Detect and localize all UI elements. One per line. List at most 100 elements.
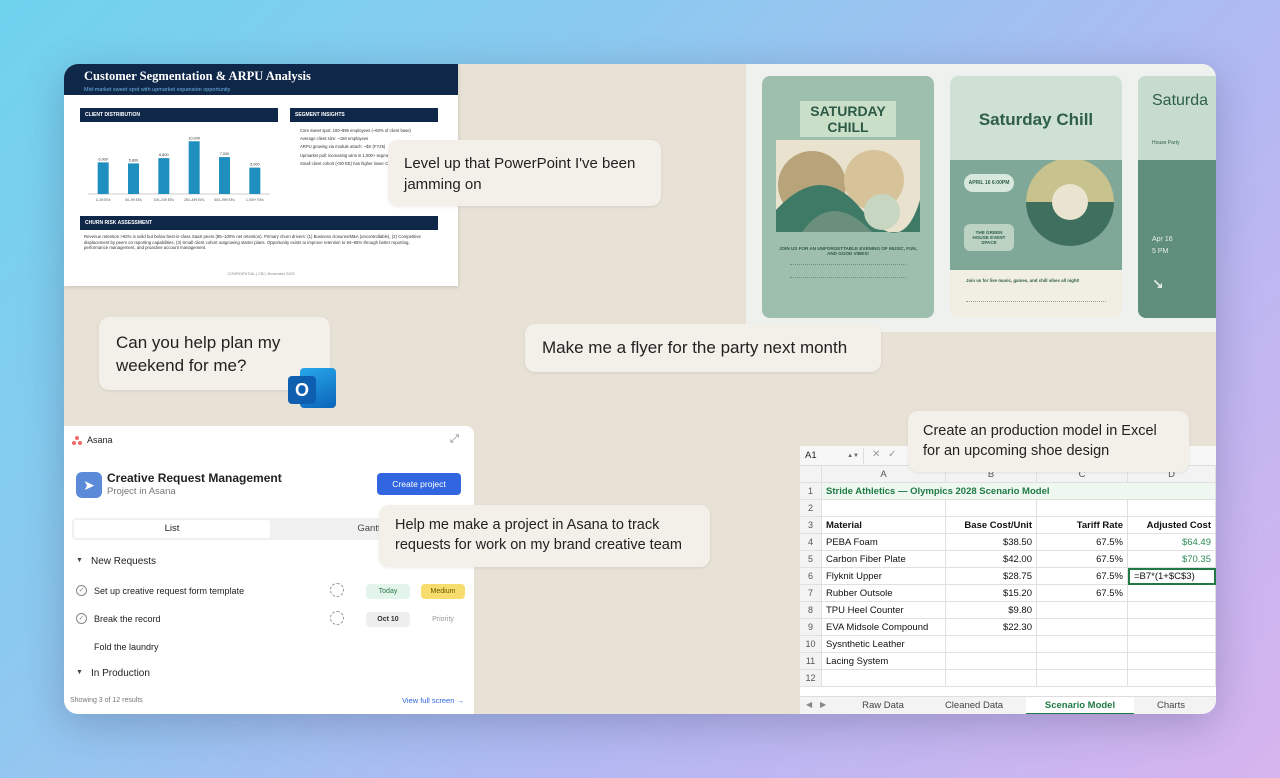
cell[interactable]: $70.35 [1128, 551, 1216, 568]
cell[interactable]: $9.80 [946, 602, 1037, 619]
due-date-badge[interactable]: Oct 10 [366, 612, 410, 627]
row-number[interactable]: 4 [800, 534, 822, 551]
cancel-icon[interactable]: ✕ [872, 449, 880, 460]
check-circle-icon[interactable]: ✓ [76, 585, 87, 596]
cell[interactable]: Sysnthetic Leather [822, 636, 946, 653]
expand-icon[interactable]: ⤢ [450, 433, 459, 446]
corner-cell[interactable] [800, 466, 822, 483]
cell[interactable]: 67.5% [1037, 585, 1128, 602]
check-circle-icon[interactable]: ✓ [76, 613, 87, 624]
cell[interactable]: 67.5% [1037, 534, 1128, 551]
assignee-icon[interactable] [330, 611, 344, 625]
cell[interactable] [1037, 670, 1128, 687]
section-in-production[interactable]: ▼ In Production [72, 662, 468, 689]
chart-data-label: 10,000 [188, 136, 200, 140]
row-number[interactable]: 6 [800, 568, 822, 585]
cell[interactable]: 67.5% [1037, 551, 1128, 568]
client-distribution-chart: 6,000 0–49 EEs 5,800 50–99 EEs 6,800 100–249 … [88, 136, 270, 202]
flyer-option-1[interactable]: SATURDAY CHILL JOIN US FOR AN UNFORGETTA… [762, 76, 934, 318]
project-title: Creative Request Management [107, 471, 282, 485]
flyer-option-2[interactable]: Saturday Chill APRIL 16 6:00PM THE GREEN… [950, 76, 1122, 318]
cell[interactable] [1037, 619, 1128, 636]
sheet-row: 6 Flyknit Upper $28.75 67.5% =B7*(1+$C$3) [800, 568, 1216, 585]
row-number[interactable]: 7 [800, 585, 822, 602]
cell[interactable]: EVA Midsole Compound [822, 619, 946, 636]
tab-list[interactable]: List [74, 520, 270, 538]
cell[interactable] [1037, 500, 1128, 517]
cell[interactable] [1128, 602, 1216, 619]
cell[interactable]: Lacing System [822, 653, 946, 670]
scroll-right-icon[interactable]: ▶ [820, 700, 826, 709]
cell[interactable] [822, 500, 946, 517]
cell[interactable]: PEBA Foam [822, 534, 946, 551]
cell[interactable]: Base Cost/Unit [946, 517, 1037, 534]
flyer-2-title: Saturday Chill [978, 110, 1094, 129]
asana-app-name: Asana [87, 435, 113, 445]
confirm-icon[interactable]: ✓ [888, 449, 896, 460]
task-row[interactable]: ✓ Break the record Oct 10 Priority [72, 606, 468, 633]
cell[interactable]: Rubber Outsole [822, 585, 946, 602]
cell[interactable]: $64.49 [1128, 534, 1216, 551]
row-number[interactable]: 11 [800, 653, 822, 670]
sheet-tab-scenario-model[interactable]: Scenario Model [1026, 697, 1134, 714]
insight-item: Core sweet spot: 100–999 employees (~60%… [300, 128, 411, 133]
cell[interactable]: =B7*(1+$C$3) [1128, 568, 1216, 585]
sheet-tab-cleaned-data[interactable]: Cleaned Data [926, 697, 1022, 714]
cell[interactable] [1128, 636, 1216, 653]
task-row[interactable]: ✓ Set up creative request form template … [72, 578, 468, 605]
flyer-option-3[interactable]: Saturda House Party Apr 16 5 PM ↘ [1138, 76, 1216, 318]
cell[interactable] [1037, 653, 1128, 670]
flyer-1-title: SATURDAY CHILL [800, 101, 896, 137]
cell[interactable]: Tariff Rate [1037, 517, 1128, 534]
create-project-button[interactable]: Create project [377, 473, 461, 495]
cell[interactable] [1128, 500, 1216, 517]
task-row[interactable]: Fold the laundry [72, 634, 468, 661]
row-number[interactable]: 8 [800, 602, 822, 619]
sheet-row: 5 Carbon Fiber Plate $42.00 67.5% $70.35 [800, 551, 1216, 568]
row-number[interactable]: 3 [800, 517, 822, 534]
chart-tick-label: 1,000+ EEs [246, 198, 264, 202]
cell[interactable]: 67.5% [1037, 568, 1128, 585]
cell[interactable]: Adjusted Cost [1128, 517, 1216, 534]
cell[interactable] [1128, 585, 1216, 602]
cell[interactable]: $28.75 [946, 568, 1037, 585]
cell[interactable] [1128, 670, 1216, 687]
cell[interactable] [1037, 636, 1128, 653]
cell[interactable] [946, 500, 1037, 517]
chart-tick-label: 250–499 EEs [184, 198, 205, 202]
flyer-1-lines [790, 264, 906, 278]
view-full-screen-link[interactable]: View full screen → [402, 696, 464, 705]
row-number[interactable]: 12 [800, 670, 822, 687]
name-box[interactable]: A1 ▲▼ [800, 448, 864, 464]
cell[interactable] [1128, 653, 1216, 670]
priority-badge[interactable]: Priority [421, 612, 465, 627]
cell[interactable]: $22.30 [946, 619, 1037, 636]
cell[interactable] [946, 653, 1037, 670]
cell[interactable]: $38.50 [946, 534, 1037, 551]
cell[interactable] [822, 670, 946, 687]
priority-badge[interactable]: Medium [421, 584, 465, 599]
row-number[interactable]: 10 [800, 636, 822, 653]
assignee-icon[interactable] [330, 583, 344, 597]
name-box-value: A1 [805, 450, 817, 461]
cell[interactable]: TPU Heel Counter [822, 602, 946, 619]
row-number[interactable]: 2 [800, 500, 822, 517]
cell[interactable]: Material [822, 517, 946, 534]
cell[interactable] [946, 636, 1037, 653]
due-date-badge[interactable]: Today [366, 584, 410, 599]
cell[interactable]: $15.20 [946, 585, 1037, 602]
flyer-2-tag-venue: THE GREEN HOUSE EVENT SPACE [964, 224, 1014, 251]
cell[interactable]: Carbon Fiber Plate [822, 551, 946, 568]
cell[interactable] [1128, 619, 1216, 636]
sheet-tab-charts[interactable]: Charts [1138, 697, 1204, 714]
row-number[interactable]: 5 [800, 551, 822, 568]
row-number[interactable]: 9 [800, 619, 822, 636]
cell[interactable] [1037, 602, 1128, 619]
row-number[interactable]: 1 [800, 483, 822, 500]
scroll-left-icon[interactable]: ◀ [806, 700, 812, 709]
cell[interactable] [946, 670, 1037, 687]
sheet-tab-raw-data[interactable]: Raw Data [840, 697, 926, 714]
cell[interactable]: Stride Athletics — Olympics 2028 Scenari… [822, 483, 1216, 500]
cell[interactable]: $42.00 [946, 551, 1037, 568]
cell[interactable]: Flyknit Upper [822, 568, 946, 585]
